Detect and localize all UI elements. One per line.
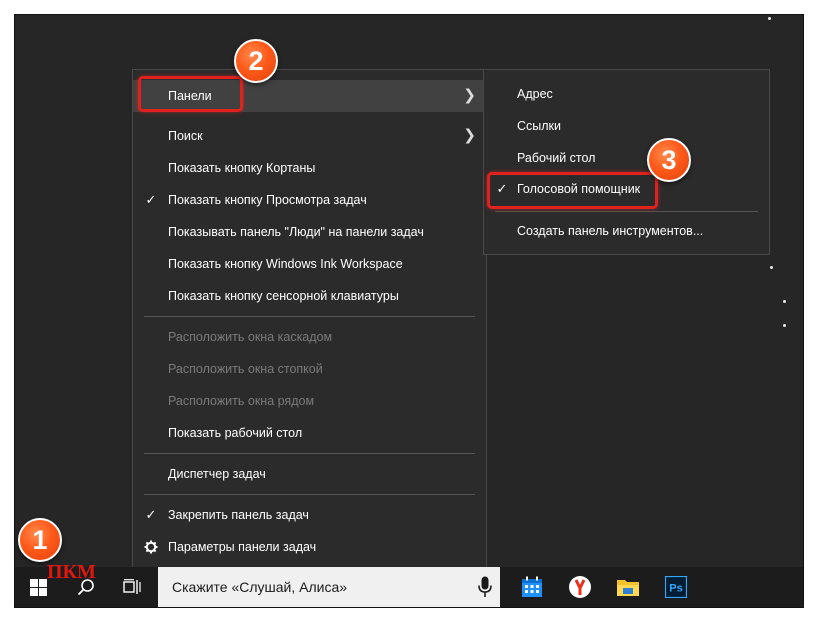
task-view-button[interactable] bbox=[109, 567, 155, 607]
menu-item-label: Параметры панели задач bbox=[168, 540, 317, 554]
menu-item-search[interactable]: Поиск ❯ bbox=[133, 120, 486, 152]
menu-item-label: Ссылки bbox=[517, 119, 562, 133]
menu-item-label: Расположить окна каскадом bbox=[168, 330, 333, 344]
wallpaper-star bbox=[783, 324, 786, 327]
menu-item-label: Показать кнопку Windows Ink Workspace bbox=[168, 257, 403, 271]
svg-text:Ps: Ps bbox=[669, 583, 682, 595]
menu-item-label: Адрес bbox=[517, 87, 553, 101]
taskbar: Скажите «Слушай, Алиса» Ps bbox=[15, 567, 803, 607]
search-placeholder: Скажите «Слушай, Алиса» bbox=[172, 579, 348, 595]
menu-item-show-windows-ink-button[interactable]: Показать кнопку Windows Ink Workspace bbox=[133, 248, 486, 280]
menu-item-label: Показывать панель "Люди" на панели задач bbox=[168, 225, 424, 239]
menu-item-stack-windows: Расположить окна стопкой bbox=[133, 353, 486, 385]
microphone-icon[interactable] bbox=[478, 576, 492, 598]
menu-item-show-desktop[interactable]: Показать рабочий стол bbox=[133, 417, 486, 449]
file-explorer-icon bbox=[617, 580, 639, 596]
wallpaper-star bbox=[783, 300, 786, 303]
menu-item-label: Рабочий стол bbox=[517, 151, 596, 165]
menu-item-label: Показать кнопку Просмотра задач bbox=[168, 193, 367, 207]
highlight-panels bbox=[138, 76, 243, 112]
highlight-voice-assistant bbox=[487, 172, 658, 209]
submenu-item-links[interactable]: Ссылки bbox=[484, 110, 769, 142]
photoshop-icon: Ps bbox=[665, 576, 687, 598]
menu-item-show-cortana-button[interactable]: Показать кнопку Кортаны bbox=[133, 152, 486, 184]
checkmark-icon: ✓ bbox=[145, 507, 157, 522]
wallpaper-star bbox=[770, 266, 773, 269]
chevron-right-icon: ❯ bbox=[463, 87, 476, 104]
menu-item-label: Диспетчер задач bbox=[168, 467, 266, 481]
taskbar-context-menu: Панели ❯ Поиск ❯ Показать кнопку Кортаны… bbox=[132, 69, 487, 569]
taskbar-app-yandex-browser[interactable] bbox=[556, 567, 604, 607]
menu-item-show-task-view-button[interactable]: ✓ Показать кнопку Просмотра задач bbox=[133, 184, 486, 216]
menu-item-label: Закрепить панель задач bbox=[168, 508, 309, 522]
wallpaper-star bbox=[768, 17, 771, 20]
menu-item-taskbar-settings[interactable]: Параметры панели задач bbox=[133, 531, 486, 563]
gear-icon bbox=[144, 540, 158, 554]
menu-separator bbox=[144, 316, 475, 317]
panels-submenu: Адрес Ссылки Рабочий стол ✓ Голосовой по… bbox=[483, 69, 770, 255]
menu-separator bbox=[144, 453, 475, 454]
submenu-item-new-toolbar[interactable]: Создать панель инструментов... bbox=[484, 215, 769, 247]
menu-separator bbox=[144, 494, 475, 495]
yandex-browser-icon bbox=[569, 576, 591, 598]
menu-item-label: Поиск bbox=[168, 129, 203, 143]
menu-item-show-people-bar[interactable]: Показывать панель "Люди" на панели задач bbox=[133, 216, 486, 248]
taskbar-app-calendar[interactable] bbox=[508, 567, 556, 607]
chevron-right-icon: ❯ bbox=[463, 127, 476, 144]
menu-item-label: Показать кнопку сенсорной клавиатуры bbox=[168, 289, 399, 303]
calendar-icon bbox=[522, 576, 542, 597]
checkmark-icon: ✓ bbox=[145, 192, 157, 207]
submenu-item-desktop[interactable]: Рабочий стол bbox=[484, 142, 769, 174]
menu-item-label: Показать кнопку Кортаны bbox=[168, 161, 316, 175]
menu-item-task-manager[interactable]: Диспетчер задач bbox=[133, 458, 486, 490]
menu-item-side-by-side-windows: Расположить окна рядом bbox=[133, 385, 486, 417]
menu-item-show-touch-keyboard-button[interactable]: Показать кнопку сенсорной клавиатуры bbox=[133, 280, 486, 312]
taskbar-app-file-explorer[interactable] bbox=[604, 567, 652, 607]
menu-separator bbox=[495, 211, 758, 212]
menu-item-cascade-windows: Расположить окна каскадом bbox=[133, 321, 486, 353]
menu-item-label: Расположить окна стопкой bbox=[168, 362, 323, 376]
step-badge-2: 2 bbox=[234, 39, 278, 83]
right-click-label: ПКМ bbox=[47, 561, 96, 583]
menu-item-label: Создать панель инструментов... bbox=[517, 224, 704, 238]
menu-item-label: Показать рабочий стол bbox=[168, 426, 303, 440]
submenu-item-address[interactable]: Адрес bbox=[484, 78, 769, 110]
menu-item-label: Расположить окна рядом bbox=[168, 394, 315, 408]
step-badge-1: 1 bbox=[18, 518, 62, 562]
windows-logo-icon bbox=[29, 578, 47, 596]
menu-item-lock-taskbar[interactable]: ✓ Закрепить панель задач bbox=[133, 499, 486, 531]
alice-search-box[interactable]: Скажите «Слушай, Алиса» bbox=[158, 567, 500, 607]
step-badge-3: 3 bbox=[647, 138, 691, 182]
task-view-icon bbox=[123, 579, 141, 594]
taskbar-app-photoshop[interactable]: Ps bbox=[652, 567, 700, 607]
